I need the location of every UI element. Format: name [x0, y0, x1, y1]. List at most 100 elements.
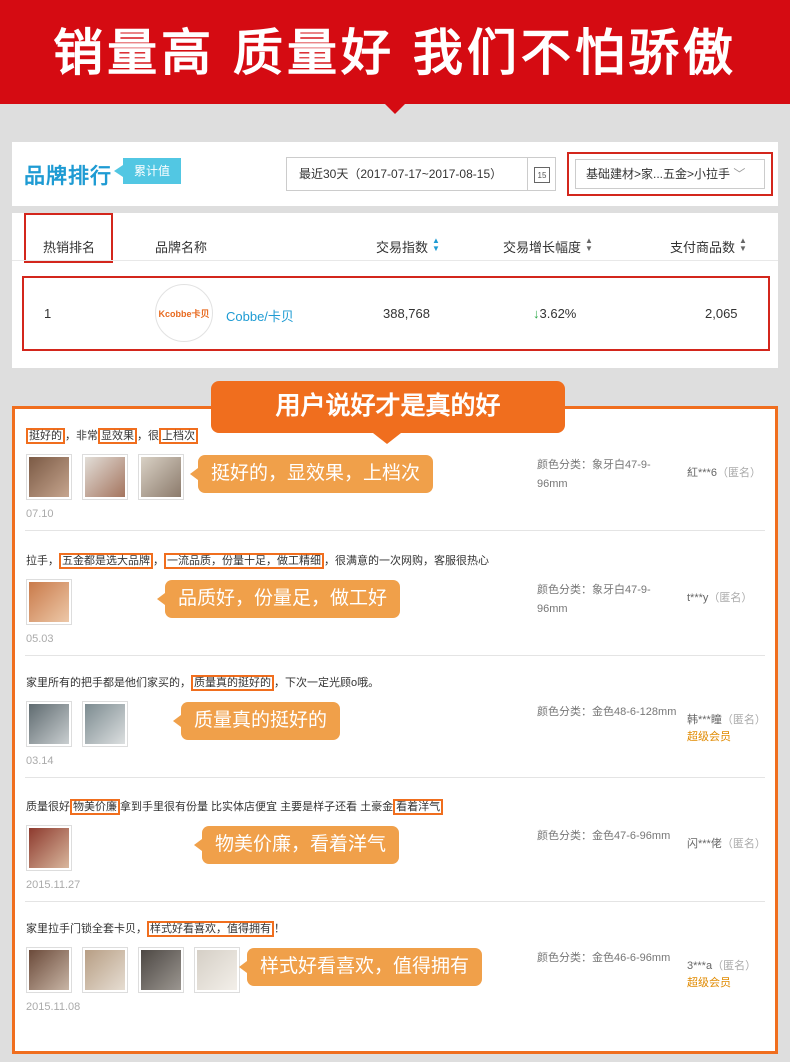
reviewer-name: 闪***佬: [687, 838, 722, 850]
calendar-icon: 15: [534, 167, 550, 183]
sku-spec: 颜色分类：金色47-6-96mm: [537, 830, 671, 842]
photo-image: [85, 704, 125, 744]
review-item: 拉手， 五金都是选大品牌，一流品质，份量十足，做工精细 ，很满意的一次网购，客服很热…: [15, 534, 775, 656]
top-banner: 销量高 质量好 我们不怕骄傲: [0, 0, 790, 104]
anonymous-label: （匿名）: [712, 960, 757, 972]
photo-image: [29, 704, 69, 744]
highlight-bubble: 品质好，份量足，做工好: [156, 580, 401, 618]
brand-logo: Kcobbe卡贝: [155, 284, 213, 342]
reviewer-info: t***y（匿名）: [687, 590, 752, 607]
header-growth[interactable]: 交易增长幅度 ▲ ▼: [503, 237, 593, 256]
review-text-segment: 家里所有的把手都是他们家买的，: [26, 677, 191, 689]
chevron-down-icon: ﹀: [733, 167, 746, 181]
highlighted-phrase: 质量真的挺好的: [191, 675, 274, 691]
highlighted-phrase: 挺好的: [26, 428, 65, 444]
row-index: 388,768: [383, 306, 430, 321]
review-photo-thumbnail[interactable]: [82, 947, 128, 993]
review-text-segment: 家里拉手门锁全套卡贝，: [26, 923, 147, 935]
review-text-segment: 拉手，: [26, 555, 59, 567]
anonymous-label: （匿名）: [721, 838, 766, 850]
reviewer-info: 3***a（匿名） 超级会员: [687, 958, 756, 992]
sku-spec: 颜色分类：金色48-6-128mm: [537, 706, 677, 718]
photo-image: [29, 828, 69, 868]
member-badge: 超级会员: [687, 977, 731, 989]
review-text-segment: 拿到手里很有份量 比实体店便宜 主要是样子还看 土豪金: [120, 801, 394, 813]
header-growth-label: 交易增长幅度: [503, 240, 582, 255]
reviewer-name: t***y: [687, 592, 709, 604]
reviewer-info: 韩***瞳（匿名） 超级会员: [687, 712, 766, 746]
reviewer-name: 韩***瞳: [687, 714, 722, 726]
photo-image: [141, 950, 181, 990]
review-text-segment: ，很满意的一次网购，客服很热心: [324, 555, 489, 567]
header-divider: [12, 260, 778, 261]
highlight-bubble: 挺好的，显效果，上档次: [189, 455, 434, 493]
row-growth: ↓3.62%: [533, 306, 576, 321]
reviews-panel: 挺好的 ，非常 显效果 ，很 上档次 07.10 颜色分类：象牙白47-9-96mm 紅***…: [12, 406, 778, 1054]
review-photo-thumbnail[interactable]: [26, 454, 72, 500]
review-photo-thumbnail[interactable]: [26, 579, 72, 625]
sort-icon: ▲ ▼: [432, 236, 440, 253]
ranking-table: 热销排名 品牌名称 交易指数 ▲ ▼ 交易增长幅度 ▲ ▼ 支付商品数 ▲ ▼ 1 Kcob…: [12, 213, 778, 368]
anonymous-label: （匿名）: [708, 592, 753, 604]
header-index-label: 交易指数: [376, 240, 429, 255]
highlight-bubble: 质量真的挺好的: [172, 702, 341, 740]
review-date: 07.10: [26, 508, 54, 520]
review-photo-thumbnail[interactable]: [26, 701, 72, 747]
highlighted-phrase: 上档次: [159, 428, 198, 444]
header-brand: 品牌名称: [155, 240, 208, 255]
category-value: 基础建材>家...五金>小拉手: [586, 167, 731, 181]
review-date: 05.03: [26, 633, 54, 645]
category-dropdown[interactable]: 基础建材>家...五金>小拉手 ﹀: [575, 159, 765, 189]
brand-link[interactable]: Cobbe/卡贝: [226, 306, 294, 325]
review-text: 质量很好 物美价廉 拿到手里很有份量 比实体店便宜 主要是样子还看 土豪金 看着洋气: [26, 798, 444, 815]
row-items: 2,065: [705, 306, 738, 321]
member-badge: 超级会员: [687, 731, 731, 743]
review-photo-thumbnail[interactable]: [26, 947, 72, 993]
cumulative-badge[interactable]: 累计值: [114, 158, 181, 184]
review-item: 质量很好 物美价廉 拿到手里很有份量 比实体店便宜 主要是样子还看 土豪金 看着洋气 2…: [15, 780, 775, 902]
ranking-title: 品牌排行: [24, 165, 112, 188]
photo-image: [141, 457, 181, 497]
highlight-bubble: 物美价廉，看着洋气: [193, 826, 400, 864]
sku-spec: 颜色分类：金色46-6-96mm: [537, 952, 671, 964]
highlighted-phrase: 五金都是选大品牌: [59, 553, 153, 569]
review-divider: [25, 777, 765, 778]
header-items-label: 支付商品数: [670, 240, 736, 255]
calendar-button[interactable]: 15: [527, 157, 556, 191]
reviews-tab: 用户说好才是真的好: [211, 381, 565, 444]
header-index[interactable]: 交易指数 ▲ ▼: [376, 237, 440, 256]
review-photo-thumbnail[interactable]: [138, 454, 184, 500]
photo-image: [29, 457, 69, 497]
photo-image: [85, 950, 125, 990]
review-date: 03.14: [26, 755, 54, 767]
highlighted-phrase: 看着洋气: [393, 799, 444, 815]
review-text-segment: ，下次一定光顾o哦。: [274, 677, 380, 689]
review-text-segment: ！: [274, 923, 285, 935]
review-photo-thumbnail[interactable]: [194, 947, 240, 993]
review-text: 拉手， 五金都是选大品牌，一流品质，份量十足，做工精细 ，很满意的一次网购，客服很热…: [26, 552, 489, 569]
row-rank: 1: [44, 306, 52, 321]
review-item: 家里拉手门锁全套卡贝， 样式好看喜欢，值得拥有！ 2015.11.08 颜色分类：金色…: [15, 902, 775, 1024]
review-date: 2015.11.27: [26, 879, 81, 891]
highlighted-phrase: 物美价廉: [70, 799, 120, 815]
review-photo-thumbnail[interactable]: [138, 947, 184, 993]
review-photo-thumbnail[interactable]: [82, 701, 128, 747]
sort-icon: ▲ ▼: [585, 236, 593, 253]
ranking-header: 品牌排行 累计值 最近30天（2017-07-17~2017-08-15） 15…: [12, 142, 778, 206]
review-text-segment: ，: [153, 555, 164, 567]
photo-image: [197, 950, 237, 990]
review-photo-thumbnail[interactable]: [26, 825, 72, 871]
date-range-selector[interactable]: 最近30天（2017-07-17~2017-08-15）: [286, 157, 528, 191]
highlighted-phrase: 样式好看喜欢，值得拥有: [147, 921, 274, 937]
reviewer-info: 紅***6（匿名）: [687, 465, 761, 482]
anonymous-label: （匿名）: [716, 467, 761, 479]
anonymous-label: （匿名）: [721, 714, 766, 726]
banner-arrow: [381, 100, 409, 114]
header-items[interactable]: 支付商品数 ▲ ▼: [670, 237, 747, 256]
banner-title: 销量高 质量好 我们不怕骄傲: [53, 25, 737, 81]
review-photo-thumbnail[interactable]: [82, 454, 128, 500]
growth-value: 3.62%: [539, 306, 577, 321]
review-text-segment: ，很: [137, 430, 159, 442]
photo-image: [85, 457, 125, 497]
review-text-segment: 质量很好: [26, 801, 70, 813]
